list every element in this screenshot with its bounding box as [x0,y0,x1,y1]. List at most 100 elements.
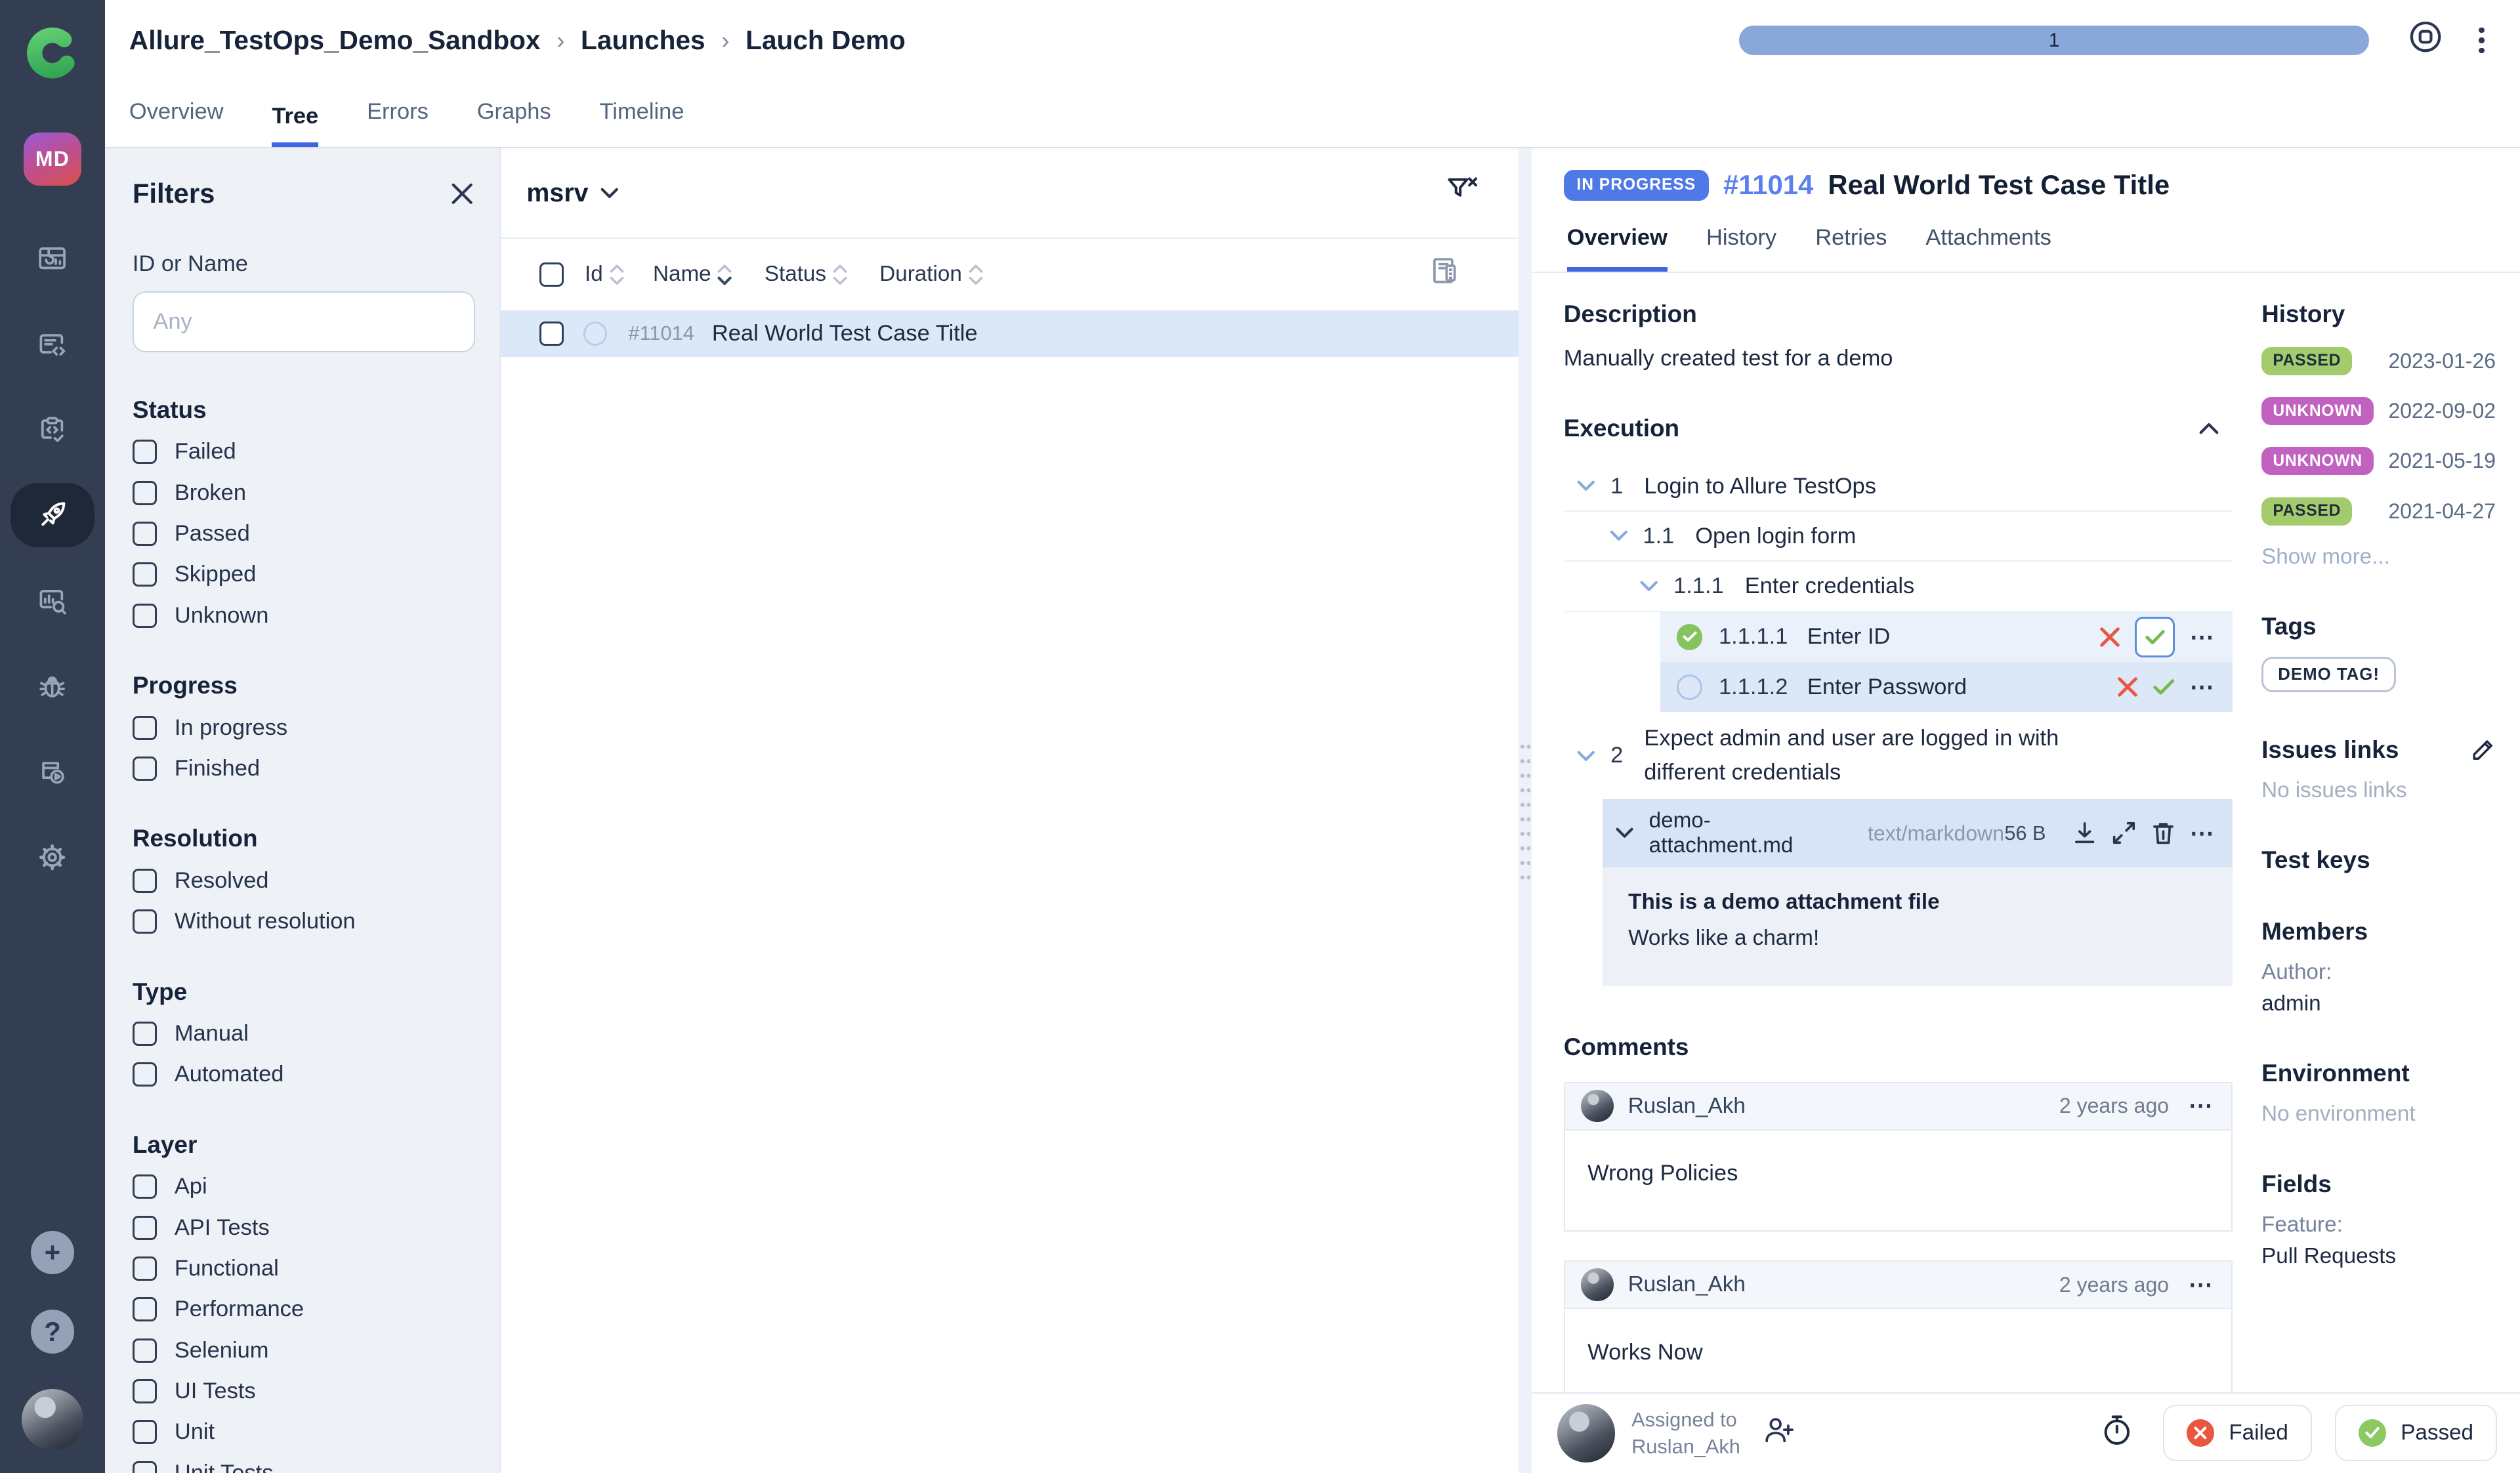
mark-failed-icon[interactable] [2117,676,2138,697]
filter-option[interactable]: Failed [133,439,474,465]
execution-step[interactable]: 1.1.1 Enter credentials [1564,562,2233,612]
column-header-status[interactable]: Status [765,262,826,287]
detail-tab-retries[interactable]: Retries [1815,225,1887,272]
checkbox[interactable] [133,869,157,893]
filter-option[interactable]: Performance [133,1297,474,1322]
checkbox[interactable] [133,909,157,934]
select-all-checkbox[interactable] [539,262,564,287]
reassign-button[interactable] [1763,1415,1795,1451]
mark-failed-icon[interactable] [2099,627,2120,648]
checkbox[interactable] [133,1022,157,1046]
table-settings-button[interactable] [1428,255,1460,294]
checkbox[interactable] [133,1256,157,1281]
row-name[interactable]: Real World Test Case Title [712,321,978,346]
breadcrumb-project[interactable]: Allure_TestOps_Demo_Sandbox [129,25,541,56]
checkbox[interactable] [133,757,157,781]
project-badge[interactable]: MD [24,133,82,186]
filter-option[interactable]: Unit Tests [133,1461,474,1473]
checkbox[interactable] [133,1297,157,1321]
sidebar-item-test-cases[interactable] [10,316,94,371]
execution-step-leaf[interactable]: 1.1.1.2 Enter Password ⋯ [1660,662,2232,712]
checkbox[interactable] [133,1174,157,1199]
execution-step[interactable]: 1.1 Open login form [1564,512,2233,562]
more-menu-button[interactable] [2479,28,2484,54]
checkbox[interactable] [133,1338,157,1363]
assignee-avatar[interactable] [1557,1404,1616,1463]
filter-option[interactable]: Api [133,1174,474,1199]
tab-overview[interactable]: Overview [129,99,224,147]
detail-tab-attachments[interactable]: Attachments [1925,225,2051,272]
allure-logo-icon[interactable] [22,22,83,84]
launch-progress-bar[interactable]: 1 [1739,26,2369,54]
filter-option[interactable]: Skipped [133,562,474,587]
filter-option[interactable]: UI Tests [133,1379,474,1404]
filter-option[interactable]: Broken [133,480,474,506]
mark-passed-icon[interactable] [2152,678,2175,696]
comment-more-button[interactable]: ⋯ [2189,1098,2216,1114]
comment-more-button[interactable]: ⋯ [2189,1277,2216,1293]
detail-tab-overview[interactable]: Overview [1567,225,1668,272]
passed-button[interactable]: Passed [2335,1405,2498,1461]
chevron-down-icon[interactable] [1615,827,1634,840]
sort-icons[interactable] [610,262,624,287]
edit-pencil-icon[interactable] [2470,737,2496,762]
filter-option[interactable]: API Tests [133,1215,474,1241]
checkbox[interactable] [133,522,157,546]
sidebar-item-settings[interactable] [10,830,94,885]
row-checkbox[interactable] [539,322,564,346]
checkbox[interactable] [133,1062,157,1087]
checkbox[interactable] [133,1420,157,1444]
checkbox[interactable] [133,1379,157,1403]
timer-button[interactable] [2100,1412,2134,1454]
sort-icons[interactable] [969,262,983,287]
stop-launch-button[interactable] [2408,19,2443,61]
collapse-chevron-up-icon[interactable] [2198,421,2219,436]
chevron-down-icon[interactable] [1576,480,1596,493]
tab-tree[interactable]: Tree [272,104,318,147]
detail-tab-history[interactable]: History [1706,225,1776,272]
expand-icon[interactable] [2112,821,2136,845]
chevron-down-icon[interactable] [1639,580,1659,593]
tab-graphs[interactable]: Graphs [477,99,551,147]
history-entry[interactable]: PASSED 2023-01-26 [2261,344,2496,378]
tab-errors[interactable]: Errors [367,99,429,147]
create-button[interactable]: + [31,1231,74,1274]
attachment-row[interactable]: demo-attachment.md text/markdown 56 B ⋯ [1603,799,2233,867]
comment-author[interactable]: Ruslan_Akh [1628,1272,1746,1297]
filter-option[interactable]: Finished [133,756,474,781]
checkbox[interactable] [133,440,157,464]
checkbox[interactable] [133,1461,157,1473]
filter-option[interactable]: In progress [133,715,474,741]
trash-icon[interactable] [2151,820,2175,846]
sidebar-item-jobs[interactable] [10,745,94,800]
panel-resize-handle[interactable] [1519,148,1532,1472]
checkbox[interactable] [133,1216,157,1240]
execution-step[interactable]: 2 Expect admin and user are logged in wi… [1564,712,2233,799]
attachment-more-button[interactable]: ⋯ [2190,825,2217,842]
sort-icons[interactable] [833,262,847,287]
chevron-down-icon[interactable] [1609,529,1629,543]
table-row[interactable]: #11014 Real World Test Case Title [501,310,1519,357]
close-icon[interactable] [451,182,473,205]
id-or-name-input[interactable] [133,291,475,353]
column-header-id[interactable]: Id [585,262,603,287]
column-header-name[interactable]: Name [653,262,711,287]
history-entry[interactable]: UNKNOWN 2022-09-02 [2261,394,2496,428]
user-avatar[interactable] [22,1389,83,1451]
show-more-link[interactable]: Show more... [2261,545,2496,570]
breadcrumb-launches[interactable]: Launches [581,25,705,56]
download-icon[interactable] [2072,820,2097,846]
checkbox[interactable] [133,604,157,628]
history-entry[interactable]: PASSED 2021-04-27 [2261,494,2496,528]
filter-option[interactable]: Unit [133,1419,474,1445]
tag-chip[interactable]: DEMO TAG! [2261,657,2396,693]
clear-filters-button[interactable] [1444,174,1480,213]
breadcrumb-launch[interactable]: Lauch Demo [746,25,906,56]
sort-icons-active[interactable] [717,262,732,287]
execution-step-leaf[interactable]: 1.1.1.1 Enter ID ⋯ [1660,612,2232,662]
sidebar-item-dashboards[interactable] [10,231,94,286]
failed-button[interactable]: Failed [2163,1405,2312,1461]
checkbox[interactable] [133,481,157,505]
sidebar-item-analytics[interactable] [10,573,94,629]
filter-option[interactable]: Unknown [133,603,474,629]
